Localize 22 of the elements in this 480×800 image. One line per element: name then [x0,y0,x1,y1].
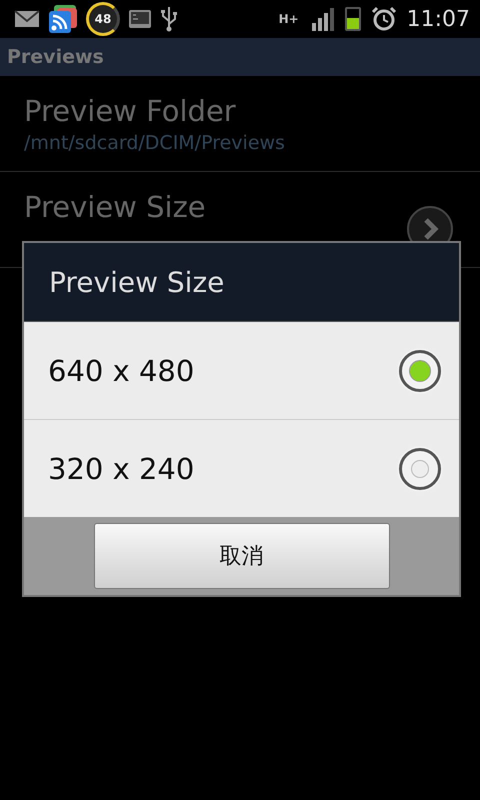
radio-button[interactable] [399,448,441,490]
app-title: Previews [7,46,104,68]
battery-icon [344,7,361,31]
signal-icon [310,7,335,31]
dialog-title: Preview Size [49,266,224,298]
radio-button[interactable] [399,350,441,392]
counter-badge: 48 [86,2,120,36]
terminal-icon [128,8,152,30]
option-label: 320 x 240 [48,452,194,486]
option-row[interactable]: 640 x 480 [24,322,459,420]
mail-icon [14,9,40,29]
network-type-indicator: H+ [278,13,300,25]
preference-title: Preview Size [24,188,207,226]
cancel-button[interactable]: 取消 [94,523,390,589]
usb-icon [160,5,178,33]
alarm-clock-icon [370,6,397,32]
preference-title: Preview Folder [24,92,237,130]
preference-summary: /mnt/sdcard/DCIM/Previews [24,130,286,156]
rss-feed-icon [48,5,78,33]
clock-time: 11:07 [406,6,470,32]
option-row[interactable]: 320 x 240 [24,420,459,517]
option-label: 640 x 480 [48,354,194,388]
